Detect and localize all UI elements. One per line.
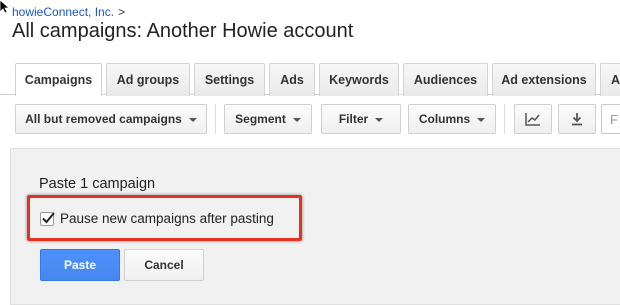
chevron-down-icon [188, 118, 197, 122]
status-filter-dropdown[interactable]: All but removed campaigns [15, 104, 207, 134]
filter-dropdown[interactable]: Filter [321, 104, 401, 134]
download-button[interactable] [558, 104, 596, 134]
tab-ad-extensions[interactable]: Ad extensions [492, 63, 596, 96]
breadcrumb-account-link[interactable]: howieConnect, Inc. [12, 5, 114, 19]
pause-campaigns-option[interactable]: Pause new campaigns after pasting [40, 211, 274, 226]
download-icon [572, 113, 582, 126]
breadcrumb: howieConnect, Inc. > [12, 5, 125, 19]
columns-label: Columns [418, 112, 471, 126]
tab-keywords[interactable]: Keywords [319, 63, 399, 96]
tab-ads[interactable]: Ads [269, 63, 315, 96]
toolbar: All but removed campaigns Segment Filter… [0, 96, 620, 146]
chevron-down-icon [292, 118, 301, 122]
paste-panel-title: Paste 1 campaign [39, 176, 156, 192]
segment-label: Segment [235, 112, 286, 126]
columns-dropdown[interactable]: Columns [408, 104, 496, 134]
chart-toggle-button[interactable] [514, 104, 552, 134]
status-filter-label: All but removed campaigns [25, 112, 182, 126]
tab-audiences[interactable]: Audiences [403, 63, 488, 96]
tab-ad-groups[interactable]: Ad groups [106, 63, 190, 96]
checkmark-icon [42, 211, 55, 223]
tab-overflow[interactable]: A [600, 63, 620, 96]
toolbar-divider [504, 104, 505, 134]
tab-campaigns[interactable]: Campaigns [15, 63, 102, 96]
tab-settings[interactable]: Settings [194, 63, 265, 96]
pause-campaigns-checkbox[interactable] [40, 211, 55, 226]
search-input[interactable]: F [601, 104, 620, 134]
tab-bar: Campaigns Ad groups Settings Ads Keyword… [0, 56, 620, 96]
chevron-down-icon [375, 118, 384, 122]
chevron-down-icon [477, 118, 486, 122]
paste-button[interactable]: Paste [40, 249, 120, 281]
pause-campaigns-label: Pause new campaigns after pasting [60, 211, 274, 226]
mouse-cursor-icon [0, 0, 10, 14]
cancel-button[interactable]: Cancel [124, 249, 204, 281]
line-chart-icon [525, 113, 540, 126]
toolbar-divider [215, 104, 216, 134]
page-title: All campaigns: Another Howie account [12, 20, 354, 42]
filter-label: Filter [338, 112, 369, 126]
breadcrumb-separator: > [118, 5, 126, 19]
segment-dropdown[interactable]: Segment [224, 104, 312, 134]
